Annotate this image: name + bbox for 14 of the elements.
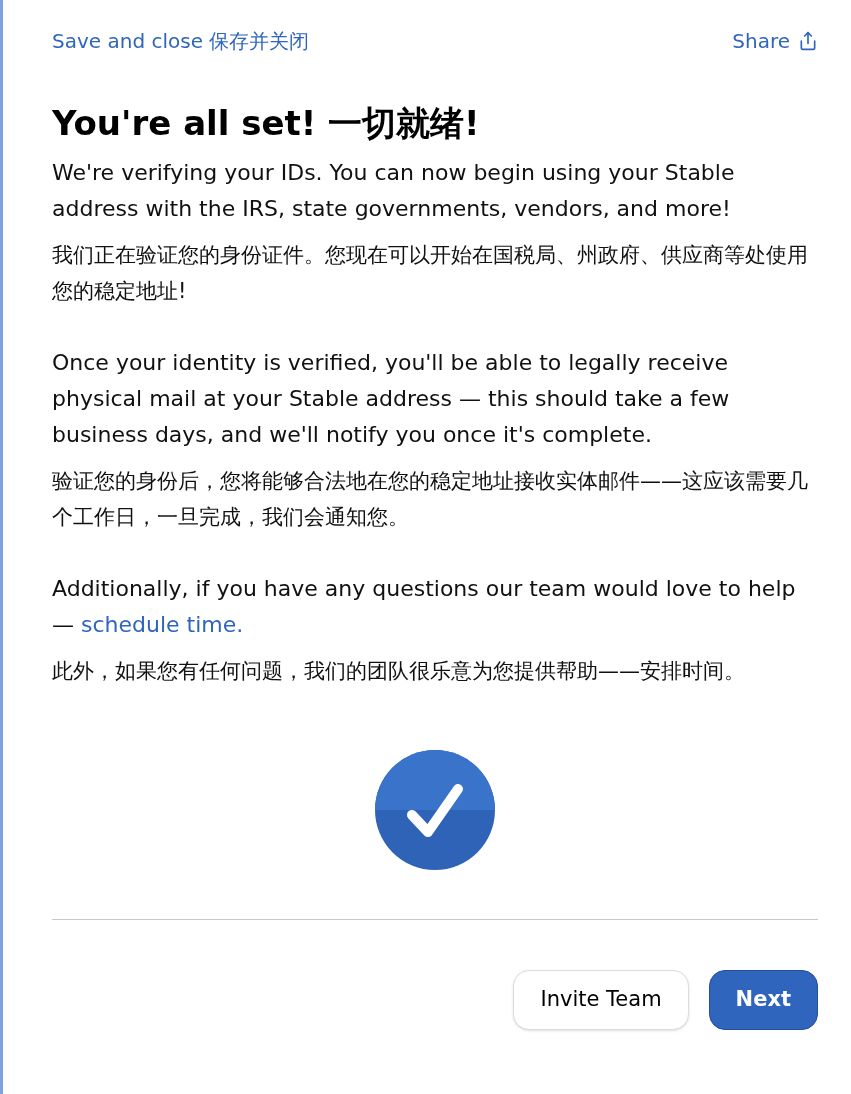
invite-team-button[interactable]: Invite Team <box>513 969 689 1030</box>
body-paragraph: Once your identity is verified, you'll be able to legally receive physical mail at your Stable address — this should take a few business days, and we'll notify you once it's complete. <box>52 348 731 449</box>
translated-paragraph: 验证您的身份后，您将能够合法地在您的稳定地址接收实体邮件——这应该需要几个工作日，一旦完成，我们会通知您。 <box>52 467 809 531</box>
checkmark-icon <box>374 748 496 871</box>
body-paragraph: Additionally, if you have any questions our team would love to help — schedule time. <box>52 574 797 639</box>
translated-paragraph: 此外，如果您有任何问题，我们的团队很乐意为您提供帮助——安排时间。 <box>52 657 746 685</box>
schedule-time-link[interactable]: schedule time. <box>81 611 244 637</box>
page-title: You're all set! 一切就绪! <box>52 102 481 145</box>
next-button[interactable]: Next <box>708 969 818 1030</box>
share-link[interactable]: Share <box>732 26 818 56</box>
share-icon <box>798 31 818 51</box>
save-and-close-link[interactable]: Save and close 保存并关闭 <box>52 26 310 56</box>
translated-paragraph: 我们正在验证您的身份证件。您现在可以开始在国税局、州政府、供应商等处使用您的稳定地址! <box>52 241 809 305</box>
body-paragraph: We're verifying your IDs. You can now begin using your Stable address with the IRS, state governments, vendors, and more! <box>52 158 736 223</box>
